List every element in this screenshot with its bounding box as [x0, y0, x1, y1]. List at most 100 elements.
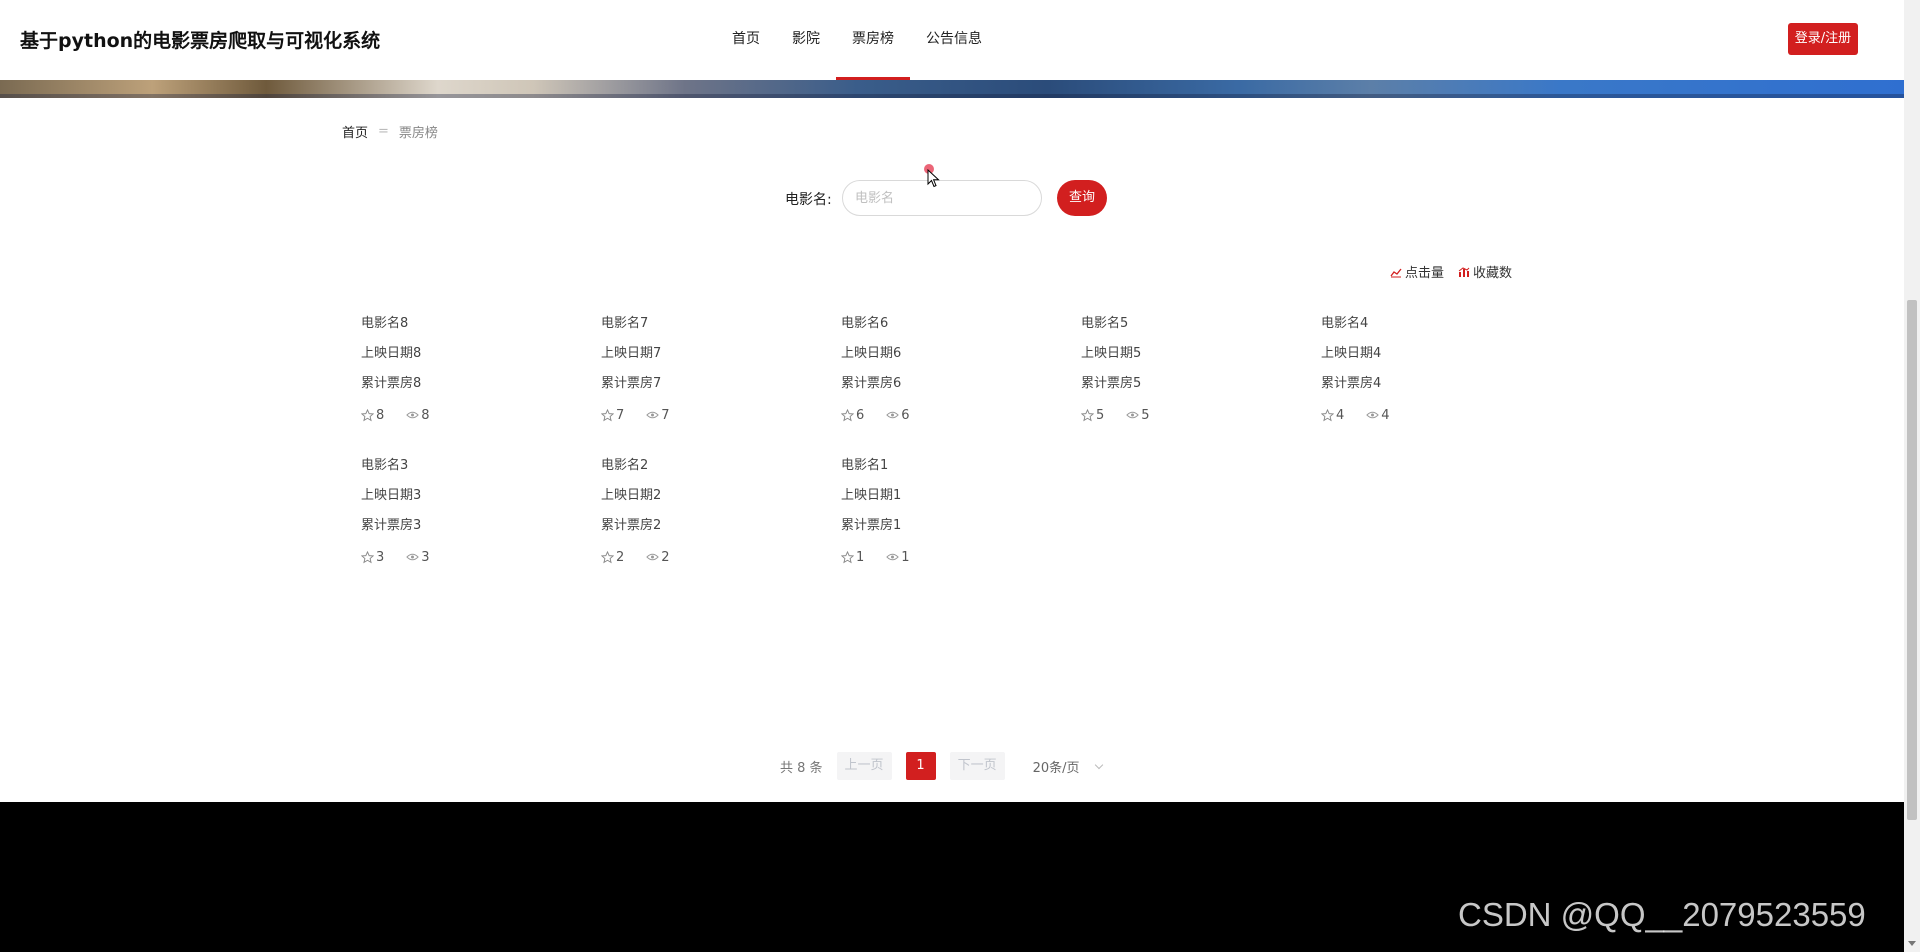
eye-icon — [646, 411, 660, 419]
movie-box-office: 累计票房1 — [841, 518, 902, 533]
nav-item-cinemas[interactable]: 影院 — [776, 0, 836, 80]
star-icon — [1321, 408, 1334, 421]
scroll-down-arrow-icon[interactable] — [1908, 941, 1916, 946]
star-icon — [841, 408, 854, 421]
star-icon — [361, 408, 374, 421]
watermark-text: CSDN @QQ__2079523559 — [1458, 896, 1866, 933]
site-title: 基于python的电影票房爬取与可视化系统 — [20, 30, 381, 52]
movie-name: 电影名6 — [841, 316, 889, 331]
movie-stats: 1 1 — [841, 547, 1081, 567]
movie-grid: 电影名8 上映日期8 累计票房8 8 8 电影名7 上映日期7 累计票房7 7 … — [361, 315, 1601, 565]
movie-card[interactable]: 电影名6 上映日期6 累计票房6 6 6 — [841, 315, 1081, 423]
eye-icon — [646, 553, 660, 561]
movie-name: 电影名3 — [361, 458, 409, 473]
movie-release-date: 上映日期2 — [601, 488, 662, 503]
breadcrumb: 首页 = 票房榜 — [342, 122, 438, 141]
breadcrumb-separator: = — [378, 124, 389, 139]
star-icon — [841, 550, 854, 563]
movie-release-date: 上映日期6 — [841, 346, 902, 361]
movie-card[interactable]: 电影名5 上映日期5 累计票房5 5 5 — [1081, 315, 1321, 423]
pagination-total: 共 8 条 — [780, 760, 823, 776]
movie-name: 电影名1 — [841, 458, 889, 473]
favorite-count: 2 — [601, 550, 624, 565]
sort-by-clicks[interactable]: 点击量 — [1390, 262, 1444, 281]
nav-item-home[interactable]: 首页 — [716, 0, 776, 80]
view-count: 8 — [406, 408, 430, 423]
sort-by-favorites[interactable]: 收藏数 — [1458, 262, 1512, 281]
prev-page-button[interactable]: 上一页 — [836, 752, 892, 780]
star-icon — [601, 408, 614, 421]
page-size-value: 20条/页 — [1032, 760, 1080, 776]
page-size-select[interactable]: 20条/页 — [1032, 757, 1103, 776]
movie-stats: 8 8 — [361, 405, 601, 425]
favorite-count: 6 — [841, 408, 864, 423]
favorite-count: 8 — [361, 408, 384, 423]
sort-bar: 点击量 收藏数 — [1390, 262, 1512, 281]
movie-name: 电影名7 — [601, 316, 649, 331]
movie-release-date: 上映日期8 — [361, 346, 422, 361]
next-page-button[interactable]: 下一页 — [949, 752, 1005, 780]
movie-name: 电影名2 — [601, 458, 649, 473]
eye-icon — [886, 411, 900, 419]
pagination: 共 8 条 上一页 1 下一页 20条/页 — [780, 752, 1103, 780]
mouse-cursor-icon — [927, 169, 940, 188]
nav-item-box-office[interactable]: 票房榜 — [836, 0, 910, 80]
page-number-button[interactable]: 1 — [905, 752, 936, 780]
movie-stats: 3 3 — [361, 547, 601, 567]
movie-release-date: 上映日期7 — [601, 346, 662, 361]
view-count: 4 — [1366, 408, 1390, 423]
eye-icon — [406, 411, 420, 419]
star-icon — [601, 550, 614, 563]
movie-stats: 2 2 — [601, 547, 841, 567]
scrollbar-thumb[interactable] — [1907, 300, 1917, 820]
movie-card[interactable]: 电影名2 上映日期2 累计票房2 2 2 — [601, 457, 841, 565]
movie-stats: 6 6 — [841, 405, 1081, 425]
movie-card[interactable]: 电影名3 上映日期3 累计票房3 3 3 — [361, 457, 601, 565]
trend-line-icon — [1390, 266, 1402, 278]
banner-image-strip — [0, 80, 1904, 98]
favorite-count: 1 — [841, 550, 864, 565]
breadcrumb-current: 票房榜 — [398, 126, 438, 141]
nav-item-announcements[interactable]: 公告信息 — [910, 0, 998, 80]
sort-by-clicks-label: 点击量 — [1405, 266, 1445, 281]
eye-icon — [1366, 411, 1380, 419]
movie-release-date: 上映日期5 — [1081, 346, 1142, 361]
view-count: 5 — [1126, 408, 1150, 423]
movie-card[interactable]: 电影名7 上映日期7 累计票房7 7 7 — [601, 315, 841, 423]
sort-by-favorites-label: 收藏数 — [1473, 266, 1513, 281]
breadcrumb-home[interactable]: 首页 — [342, 122, 368, 141]
favorite-count: 7 — [601, 408, 624, 423]
view-count: 3 — [406, 550, 430, 565]
view-count: 2 — [646, 550, 670, 565]
vertical-scrollbar[interactable] — [1904, 0, 1920, 952]
bar-chart-icon — [1458, 266, 1470, 278]
main-nav: 首页 影院 票房榜 公告信息 — [716, 0, 998, 80]
movie-release-date: 上映日期4 — [1321, 346, 1382, 361]
movie-box-office: 累计票房5 — [1081, 376, 1142, 391]
movie-name: 电影名4 — [1321, 316, 1369, 331]
favorite-count: 4 — [1321, 408, 1344, 423]
movie-name: 电影名5 — [1081, 316, 1129, 331]
favorite-count: 3 — [361, 550, 384, 565]
movie-box-office: 累计票房8 — [361, 376, 422, 391]
movie-name-search-input[interactable] — [842, 180, 1042, 216]
view-count: 6 — [886, 408, 910, 423]
login-register-button[interactable]: 登录/注册 — [1788, 23, 1858, 55]
chevron-down-icon — [1094, 760, 1103, 769]
eye-icon — [406, 553, 420, 561]
search-label: 电影名: — [785, 192, 832, 208]
site-header: 基于python的电影票房爬取与可视化系统 首页 影院 票房榜 公告信息 登录/… — [0, 0, 1904, 80]
view-count: 7 — [646, 408, 670, 423]
search-button[interactable]: 查询 — [1057, 180, 1107, 216]
movie-card[interactable]: 电影名8 上映日期8 累计票房8 8 8 — [361, 315, 601, 423]
favorite-count: 5 — [1081, 408, 1104, 423]
movie-card[interactable]: 电影名4 上映日期4 累计票房4 4 4 — [1321, 315, 1561, 423]
movie-stats: 4 4 — [1321, 405, 1561, 425]
movie-stats: 7 7 — [601, 405, 841, 425]
movie-release-date: 上映日期3 — [361, 488, 422, 503]
movie-name: 电影名8 — [361, 316, 409, 331]
movie-release-date: 上映日期1 — [841, 488, 902, 503]
star-icon — [1081, 408, 1094, 421]
view-count: 1 — [886, 550, 910, 565]
movie-card[interactable]: 电影名1 上映日期1 累计票房1 1 1 — [841, 457, 1081, 565]
